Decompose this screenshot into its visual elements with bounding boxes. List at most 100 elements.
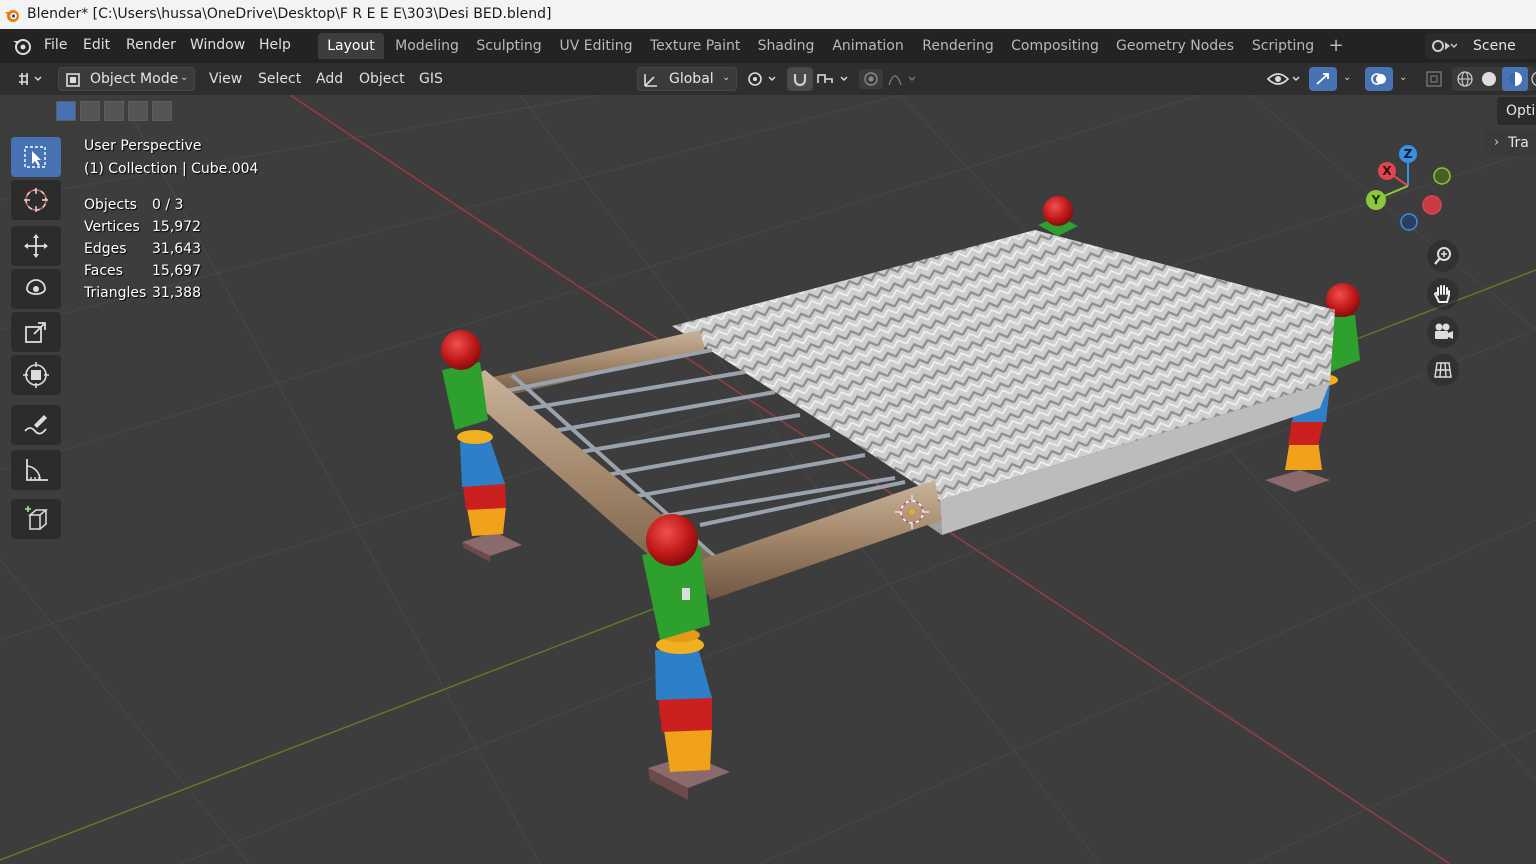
tab-layout[interactable]: Layout [318,33,384,59]
tool-move[interactable] [11,226,61,266]
move-icon [24,234,48,258]
tab-texture-paint[interactable]: Texture Paint [650,33,740,59]
tool-transform[interactable] [11,355,61,395]
menu-edit[interactable]: Edit [83,29,110,63]
magnet-icon [793,74,807,87]
scene-selector[interactable]: Scene [1425,33,1536,59]
xray-icon[interactable] [1424,69,1446,89]
visibility-eye-icon[interactable] [1265,68,1305,90]
menu-select[interactable]: Select [258,67,301,91]
select-intersect-button[interactable] [152,101,172,121]
material-shading-button[interactable] [1502,67,1528,91]
gizmo-x-label: X [1382,164,1392,178]
zoom-button[interactable] [1427,240,1459,272]
stat-value-faces: 15,697 [152,263,201,279]
solid-shading-icon[interactable] [1480,70,1498,88]
view-perspective-label: User Perspective [84,138,202,154]
options-label: Optio [1506,103,1536,119]
tab-uv-editing[interactable]: UV Editing [558,33,634,59]
camera-view-button[interactable] [1427,316,1459,348]
stat-label-edges: Edges [84,241,127,257]
leg-back-center [1038,196,1078,236]
pan-button[interactable] [1427,278,1459,310]
tool-cursor[interactable] [11,180,61,220]
menu-window[interactable]: Window [190,29,245,63]
snap-toggle[interactable] [787,67,813,91]
scene-icon [1432,40,1457,52]
pivot-point-icon[interactable] [745,69,781,89]
wireframe-shading-icon[interactable] [1456,70,1474,88]
menu-object[interactable]: Object [359,67,405,91]
stat-value-edges: 31,643 [152,241,201,257]
proportional-editing-icon[interactable] [859,69,923,89]
leg-left [441,330,522,562]
stat-label-objects: Objects [84,197,137,213]
tab-geometry-nodes[interactable]: Geometry Nodes [1116,33,1234,59]
options-tab[interactable]: Optio [1497,97,1536,125]
select-invert-button[interactable] [128,101,148,121]
select-extend-button[interactable] [80,101,100,121]
tool-scale[interactable] [11,312,61,352]
add-cube-icon [25,506,49,530]
window-title: Blender* [C:\Users\hussa\OneDrive\Deskto… [27,6,552,22]
menu-view[interactable]: View [209,67,242,91]
select-new-button[interactable] [56,101,76,121]
top-menu-bar: File Edit Render Window Help Layout Mode… [0,29,1536,63]
chevron-down-icon[interactable]: ⌄ [1399,72,1407,83]
editor-type-selector[interactable] [10,67,50,91]
select-box-icon [24,146,46,168]
menu-file[interactable]: File [44,29,67,63]
menu-add[interactable]: Add [316,67,343,91]
tool-select-box[interactable] [11,137,61,177]
overlays-icon [1371,73,1386,85]
scene-name: Scene [1473,38,1516,54]
gizmo-y-label: Y [1371,193,1381,207]
transform-panel-tab[interactable]: › Tra [1485,130,1536,156]
ortho-toggle-button[interactable] [1427,354,1459,386]
tab-animation[interactable]: Animation [832,33,904,59]
overlays-toggle[interactable] [1365,67,1393,91]
mode-selector[interactable]: Object Mode ⌄ [58,67,195,91]
transform-orientation-selector[interactable]: Global ⌄ [637,67,737,91]
object-mode-icon [66,73,80,87]
stat-label-faces: Faces [84,263,123,279]
stat-value-triangles: 31,388 [152,285,201,301]
transform-icon [23,362,49,388]
tool-annotate[interactable] [11,405,61,445]
tab-sculpting[interactable]: Sculpting [474,33,544,59]
tab-rendering[interactable]: Rendering [922,33,994,59]
tab-scripting[interactable]: Scripting [1251,33,1315,59]
tool-measure[interactable] [11,450,61,490]
transform-label: Tra [1508,135,1529,151]
stat-value-objects: 0 / 3 [152,197,184,213]
3d-viewport[interactable]: User Perspective (1) Collection | Cube.0… [0,95,1536,864]
menu-help[interactable]: Help [259,29,291,63]
camera-icon [1435,323,1453,339]
navigation-gizmo[interactable]: Z X Y [1356,139,1456,239]
tool-add-cube[interactable] [11,499,61,539]
gizmo-icon [1316,73,1329,85]
grid-view-icon [1434,362,1452,378]
active-collection-label: (1) Collection | Cube.004 [84,161,259,177]
gizmo-toggle[interactable] [1309,67,1337,91]
hand-pan-icon [1433,285,1450,303]
chevron-down-icon[interactable]: ⌄ [1343,72,1351,83]
blender-menu-icon[interactable] [11,37,33,55]
viewport-scene [0,95,1536,864]
chevron-right-icon: › [1494,135,1500,150]
menu-gis[interactable]: GIS [419,67,443,91]
orientation-label: Global [669,71,714,87]
rendered-shading-icon[interactable] [1530,70,1536,88]
add-workspace-icon[interactable]: + [1326,33,1346,59]
tab-modeling[interactable]: Modeling [394,33,460,59]
tab-compositing[interactable]: Compositing [1010,33,1100,59]
menu-render[interactable]: Render [126,29,176,63]
snap-target-icon[interactable] [815,69,853,89]
window-title-bar: Blender* [C:\Users\hussa\OneDrive\Deskto… [0,0,1536,29]
tab-shading[interactable]: Shading [755,33,817,59]
scale-icon [25,322,46,343]
select-subtract-button[interactable] [104,101,124,121]
rotate-icon [26,279,46,295]
editor-type-icon [19,73,42,85]
tool-rotate[interactable] [11,269,61,309]
